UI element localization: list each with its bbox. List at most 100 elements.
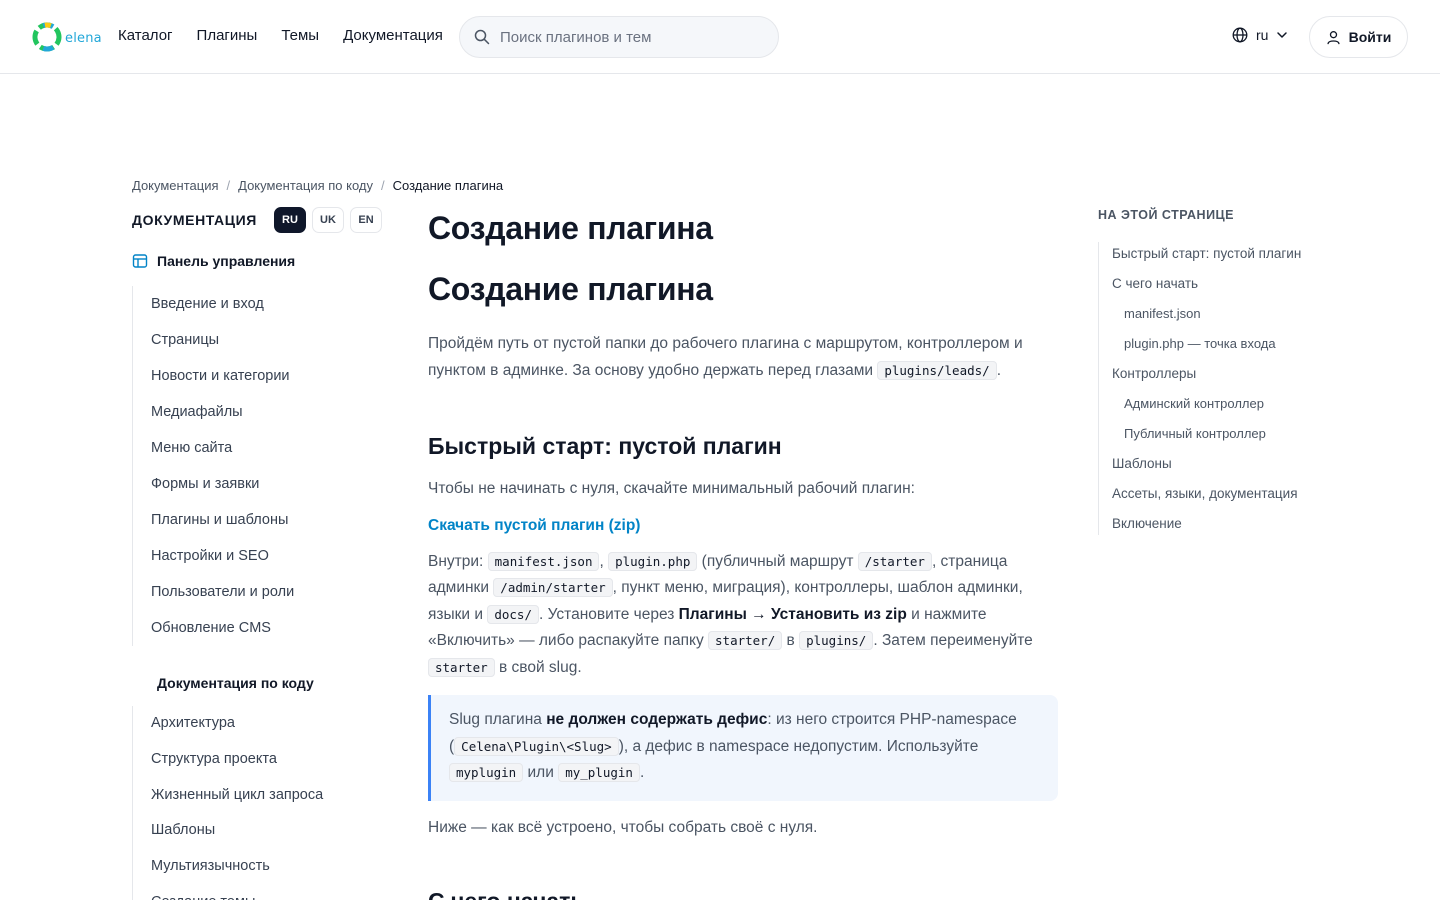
sidebar-item-theme-creation[interactable]: Создание темы [133, 885, 382, 900]
inline-code: plugins/ [799, 631, 874, 650]
main-nav: Каталог Плагины Темы Документация [118, 26, 443, 46]
user-icon [1327, 30, 1340, 44]
lang-pill-uk[interactable]: UK [312, 207, 344, 233]
text: Slug плагина [449, 711, 547, 728]
warning-callout: Slug плагина не должен содержать дефис: … [428, 695, 1058, 801]
inline-code: myplugin [449, 763, 524, 782]
docs-sidebar: ДОКУМЕНТАЦИЯ RU UK EN Панель управления … [132, 206, 382, 900]
inline-code: plugins/leads/ [877, 361, 997, 380]
inside-paragraph: Внутри: manifest.json, plugin.php (публи… [428, 549, 1058, 682]
section-heading-getting-started: С чего начать [428, 885, 1058, 900]
sidebar-section-label: Панель управления [157, 253, 296, 269]
nav-catalog[interactable]: Каталог [118, 26, 173, 46]
page-title: Создание плагина [428, 210, 713, 246]
toc-item-public-controller[interactable]: Публичный контроллер [1112, 422, 1308, 445]
text: или [523, 764, 559, 781]
download-plugin-link[interactable]: Скачать пустой плагин (zip) [428, 517, 640, 535]
sidebar-item-menu[interactable]: Меню сайта [133, 430, 382, 466]
text: . Затем переименуйте [873, 632, 1033, 649]
sidebar-header: ДОКУМЕНТАЦИЯ RU UK EN [132, 206, 382, 234]
sidebar-item-news[interactable]: Новости и категории [133, 358, 382, 394]
logo[interactable]: elena [31, 21, 102, 53]
text: Внутри: [428, 552, 488, 570]
sidebar-item-users-roles[interactable]: Пользователи и роли [133, 574, 382, 610]
login-label: Войти [1348, 29, 1392, 45]
globe-icon [1232, 27, 1248, 43]
quick-start-intro: Чтобы не начинать с нуля, скачайте миним… [428, 480, 915, 497]
sidebar-item-forms[interactable]: Формы и заявки [133, 466, 382, 502]
toc-item-admin-controller[interactable]: Админский контроллер [1112, 392, 1308, 415]
breadcrumb-documentation[interactable]: Документация [132, 178, 219, 193]
inline-code: Celena\Plugin\<Slug> [454, 736, 619, 756]
toc-item-controllers[interactable]: Контроллеры [1112, 362, 1308, 385]
top-navigation-bar: elena Каталог Плагины Темы Документация … [0, 0, 1440, 74]
table-of-contents: НА ЭТОЙ СТРАНИЦЕ Быстрый старт: пустой п… [1098, 206, 1308, 542]
layout-icon [132, 254, 148, 268]
sidebar-list-admin: Введение и вход Страницы Новости и катег… [132, 286, 382, 646]
sidebar-item-intro[interactable]: Введение и вход [133, 286, 382, 322]
language-selector[interactable]: ru [1232, 27, 1288, 43]
logo-ring-icon [32, 22, 62, 52]
breadcrumb-separator: / [226, 178, 231, 193]
sidebar-item-cms-update[interactable]: Обновление CMS [133, 610, 382, 646]
bold-text: Плагины → Установить из zip [678, 605, 907, 623]
sidebar-item-project-structure[interactable]: Структура проекта [133, 742, 382, 778]
text: ), а дефис в namespace недопустим. Испол… [618, 737, 979, 755]
toc-item-enabling[interactable]: Включение [1112, 512, 1308, 535]
toc-item-manifest[interactable]: manifest.json [1112, 302, 1308, 325]
text: в [782, 632, 800, 649]
text: , [599, 552, 609, 570]
inline-code: /starter [857, 551, 932, 571]
nav-documentation[interactable]: Документация [343, 26, 443, 46]
breadcrumb: Документация / Документация по коду / Со… [132, 178, 503, 193]
toc-item-quick-start[interactable]: Быстрый старт: пустой плагин [1112, 242, 1308, 265]
sidebar-item-templates[interactable]: Шаблоны [133, 813, 382, 849]
toc-title: НА ЭТОЙ СТРАНИЦЕ [1098, 208, 1235, 222]
nav-plugins[interactable]: Плагины [197, 26, 258, 46]
sidebar-item-architecture[interactable]: Архитектура [133, 706, 382, 742]
breadcrumb-current: Создание плагина [392, 178, 504, 193]
inline-code: docs/ [487, 604, 539, 624]
inline-code: my_plugin [558, 763, 640, 782]
search-box [459, 16, 779, 58]
toc-item-templates[interactable]: Шаблоны [1112, 452, 1308, 475]
text: в свой slug. [494, 658, 582, 676]
sidebar-item-settings-seo[interactable]: Настройки и SEO [133, 538, 382, 574]
sidebar-item-request-lifecycle[interactable]: Жизненный цикл запроса [133, 778, 382, 814]
text: (публичный маршрут [697, 552, 858, 570]
lang-pill-en[interactable]: EN [350, 207, 382, 233]
inline-code: plugin.php [608, 551, 698, 571]
inline-code: manifest.json [487, 551, 600, 571]
breadcrumb-code-docs[interactable]: Документация по коду [238, 178, 373, 193]
toc-item-assets[interactable]: Ассеты, языки, документация [1112, 482, 1308, 505]
below-paragraph: Ниже — как всё устроено, чтобы собрать с… [428, 818, 818, 836]
search-icon [474, 29, 490, 45]
bold-text: не должен содержать дефис [546, 711, 768, 728]
lead-end: . [996, 362, 1001, 379]
breadcrumb-separator: / [380, 178, 385, 193]
article-lead: Пройдём путь от пустой папки до рабочего… [428, 330, 1058, 384]
toc-list: Быстрый старт: пустой плагин С чего нача… [1098, 242, 1308, 535]
logo-text: elena [65, 31, 102, 46]
sidebar-item-multilanguage[interactable]: Мультиязычность [133, 849, 382, 885]
sidebar-item-plugins-themes[interactable]: Плагины и шаблоны [133, 502, 382, 538]
lang-pill-ru[interactable]: RU [274, 207, 306, 233]
sidebar-section-code-docs[interactable]: Документация по коду [132, 672, 382, 694]
sidebar-list-code: Архитектура Структура проекта Жизненный … [132, 706, 382, 900]
login-button[interactable]: Войти [1309, 16, 1408, 58]
chevron-down-icon [1277, 32, 1288, 38]
toc-item-plugin-php[interactable]: plugin.php — точка входа [1112, 332, 1308, 355]
text: . [639, 764, 645, 781]
sidebar-item-pages[interactable]: Страницы [133, 322, 382, 358]
inline-code: starter [428, 657, 495, 677]
article: Создание плагина Создание плагина Пройдё… [428, 206, 1058, 900]
sidebar-section-admin-panel[interactable]: Панель управления [132, 250, 382, 272]
search-input[interactable] [500, 28, 760, 46]
inline-code: /admin/starter [493, 578, 613, 597]
language-label: ru [1256, 27, 1269, 43]
nav-themes[interactable]: Темы [281, 26, 319, 46]
toc-item-getting-started[interactable]: С чего начать [1112, 272, 1308, 295]
sidebar-item-media[interactable]: Медиафайлы [133, 394, 382, 430]
doc-language-switch: RU UK EN [274, 207, 382, 233]
sidebar-title: ДОКУМЕНТАЦИЯ [132, 212, 257, 228]
